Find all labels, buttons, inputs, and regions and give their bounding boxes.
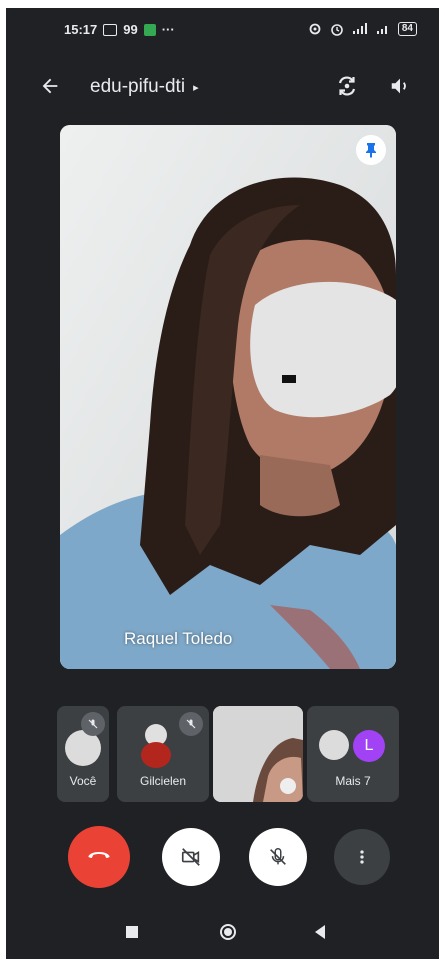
switch-camera-icon [338, 76, 356, 96]
alarm-icon [331, 24, 343, 36]
nav-back-button[interactable] [306, 918, 334, 946]
phone-screen: 15:17 99 ··· 84 edu-pifu-dti ▸ Raquel To… [6, 8, 439, 959]
thumbnail-more-participants[interactable]: L Mais 7 [307, 706, 399, 802]
more-notifications: ··· [161, 22, 175, 37]
thumbnail-self[interactable]: Você [57, 706, 109, 802]
call-controls [6, 826, 439, 890]
video-off-icon [181, 848, 200, 866]
square-icon [126, 926, 138, 938]
notification-count: 99 [123, 22, 138, 37]
more-options-button[interactable] [334, 829, 390, 885]
more-vertical-icon [360, 850, 364, 864]
thumbnail-label: Mais 7 [335, 774, 371, 788]
signal-icon-2 [376, 26, 387, 34]
status-right: 84 [308, 22, 417, 36]
switch-camera-button[interactable] [331, 70, 363, 102]
meeting-title[interactable]: edu-pifu-dti ▸ [90, 76, 199, 98]
home-button[interactable] [214, 918, 242, 946]
mic-off-icon [270, 848, 286, 865]
mic-off-icon [88, 719, 98, 729]
thumbnail-video[interactable] [213, 706, 303, 802]
system-navigation-bar [6, 918, 439, 946]
signal-icon [352, 23, 367, 34]
camera-toggle-button[interactable] [162, 828, 220, 886]
meeting-code: edu-pifu-dti [90, 76, 186, 97]
battery-indicator: 84 [397, 22, 417, 36]
participant-video-image [60, 125, 396, 669]
mic-muted-badge [81, 712, 105, 736]
mic-muted-badge [179, 712, 203, 736]
top-bar: edu-pifu-dti ▸ [6, 68, 439, 108]
app-notification-icon [143, 23, 156, 36]
pin-icon [366, 143, 376, 158]
speaker-button[interactable] [384, 70, 416, 102]
phone-hangup-icon [88, 852, 110, 859]
mic-off-icon [186, 719, 196, 729]
thumbnail-label: Você [69, 774, 97, 788]
caret-right-icon: ▸ [193, 81, 199, 94]
avatar [319, 730, 349, 760]
arrow-left-icon [42, 78, 58, 94]
message-icon [103, 23, 118, 36]
back-button[interactable] [34, 70, 66, 102]
recents-button[interactable] [118, 918, 146, 946]
end-call-button[interactable] [68, 826, 130, 888]
circle-icon [220, 924, 236, 940]
volume-icon [391, 78, 406, 94]
participant-video-image [213, 706, 303, 802]
triangle-back-icon [315, 925, 325, 939]
main-video-tile[interactable]: Raquel Toledo [60, 125, 396, 669]
pin-button[interactable] [356, 135, 386, 165]
mic-toggle-button[interactable] [249, 828, 307, 886]
thumbnail-label: Gilcielen [139, 774, 187, 788]
thumbnail-gilcielen[interactable]: Gilcielen [117, 706, 209, 802]
status-left: 15:17 99 ··· [64, 22, 175, 37]
status-time: 15:17 [64, 22, 98, 37]
status-bar: 15:17 99 ··· 84 [6, 22, 439, 44]
participant-name: Raquel Toledo [124, 629, 233, 648]
settings-icon [309, 23, 321, 35]
avatar-body [141, 742, 171, 768]
avatar-letter: L [353, 730, 385, 762]
